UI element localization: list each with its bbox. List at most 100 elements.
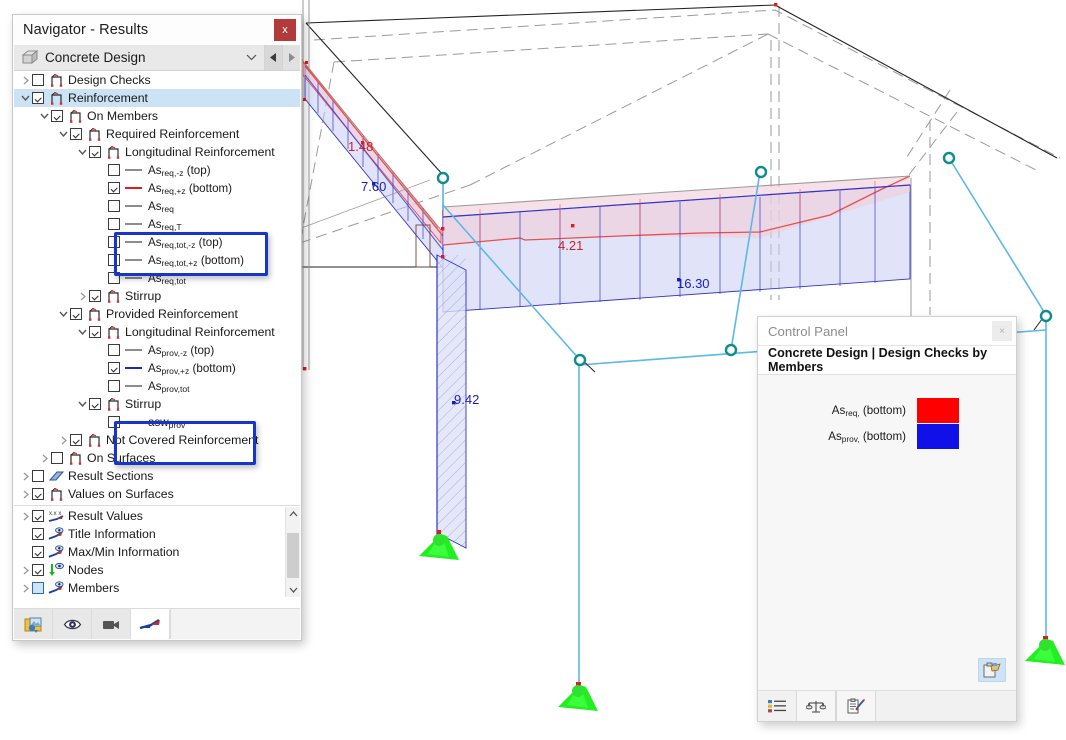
checkbox-not-covered[interactable] [70,434,82,446]
tree-item-required-reinf[interactable]: Required Reinforcement [14,125,300,143]
views-navigator-tab[interactable] [92,609,131,639]
tree-item-provided-reinf[interactable]: Provided Reinforcement [14,305,300,323]
tree-item-design-checks[interactable]: Design Checks [14,71,300,89]
tree-item-prov-long-reinf[interactable]: Longitudinal Reinforcement [14,323,300,341]
checkbox-result-sections[interactable] [32,470,44,482]
tree-item-req-stirrup[interactable]: Stirrup [14,287,300,305]
checkbox-design-checks[interactable] [32,74,44,86]
checkbox-req-stirrup[interactable] [89,290,101,302]
scroll-down-icon[interactable] [286,583,300,597]
chevron-down-icon[interactable] [38,113,51,119]
checkbox-reinforcement[interactable] [32,92,44,104]
chevron-right-icon[interactable] [76,291,89,301]
scroll-up-icon[interactable] [286,507,300,521]
navigator-tree[interactable]: Design Checks Reinforcement On Members R… [14,71,300,608]
tree-item-as-prov-tot[interactable]: Asprov,tot [14,377,300,395]
tree-item-nodes[interactable]: Nodes [14,561,300,579]
tree-item-title-information[interactable]: Title Information [14,525,300,543]
tree-item-reinforcement[interactable]: Reinforcement [14,89,300,107]
checkbox-as-req-tot-pz[interactable] [108,254,120,266]
tree-item-members[interactable]: Members [14,579,300,597]
navigator-title: Navigator - Results [23,22,149,38]
checkbox-on-members[interactable] [51,110,63,122]
chevron-down-icon[interactable] [76,401,89,407]
design-module-selector[interactable]: Concrete Design [14,45,300,71]
tree-item-not-covered[interactable]: Not Covered Reinforcement [14,431,300,449]
tree-item-result-values[interactable]: x.x x Result Values [14,507,300,525]
project-navigator-tab[interactable] [14,609,53,639]
checkbox-provided-reinf[interactable] [70,308,82,320]
chevron-down-icon[interactable] [57,311,70,317]
checkbox-as-req-pz[interactable] [108,182,120,194]
copy-to-clipboard-button[interactable] [978,658,1006,682]
tree-item-on-members[interactable]: On Members [14,107,300,125]
tree-lower-section[interactable]: x.x x Result Values Title Information Ma… [14,507,300,597]
scrollbar-thumb[interactable] [287,533,299,578]
tree-item-prov-stirrup[interactable]: Stirrup [14,395,300,413]
tree-item-on-surfaces[interactable]: On Surfaces [14,449,300,467]
checkbox-as-prov-tot[interactable] [108,380,120,392]
tree-scrollbar[interactable] [285,507,300,597]
chevron-down-icon[interactable] [19,95,32,101]
checkbox-as-req[interactable] [108,200,120,212]
tree-item-asw-prov[interactable]: aswprov [14,413,300,431]
control-panel-window[interactable]: Control Panel × Concrete Design | Design… [757,316,1017,722]
properties-tab[interactable] [836,691,876,721]
display-navigator-tab[interactable] [53,609,92,639]
tree-item-as-req-t[interactable]: Asreq,T [14,215,300,233]
chevron-right-icon[interactable] [38,453,51,463]
chevron-right-icon[interactable] [19,489,32,499]
navigator-results-window[interactable]: Navigator - Results x Concrete Design De… [12,14,302,641]
chevron-down-icon[interactable] [76,149,89,155]
checkbox-as-req-mz[interactable] [108,164,120,176]
next-module-button[interactable] [282,45,300,70]
chevron-right-icon[interactable] [19,583,32,593]
tree-item-result-sections[interactable]: Result Sections [14,467,300,485]
chevron-right-icon[interactable] [19,565,32,575]
chevron-down-icon[interactable] [76,329,89,335]
chevron-right-icon[interactable] [19,511,32,521]
tree-main-section[interactable]: Design Checks Reinforcement On Members R… [14,71,300,503]
tree-item-as-req-tot-pz[interactable]: Asreq,tot,+z (bottom) [14,251,300,269]
chevron-down-icon[interactable] [238,45,264,70]
tree-item-as-req-tot-mz[interactable]: Asreq,tot,-z (top) [14,233,300,251]
previous-module-button[interactable] [264,45,282,70]
chevron-right-icon[interactable] [19,471,32,481]
checkbox-as-req-tot-mz[interactable] [108,236,120,248]
checkbox-on-surfaces[interactable] [51,452,63,464]
tree-item-values-surfaces[interactable]: Values on Surfaces [14,485,300,503]
tree-item-as-req-pz[interactable]: Asreq,+z (bottom) [14,179,300,197]
legend-tab[interactable] [758,691,796,721]
checkbox-prov-long-reinf[interactable] [89,326,101,338]
close-button[interactable]: x [274,19,296,41]
tree-item-as-req-mz[interactable]: Asreq,-z (top) [14,161,300,179]
chevron-right-icon[interactable] [19,75,32,85]
checkbox-as-prov-mz[interactable] [108,344,120,356]
control-panel-footer-tabs[interactable] [758,690,1016,721]
factors-tab[interactable] [796,691,836,721]
checkbox-as-req-tot[interactable] [108,272,120,284]
checkbox-title-information[interactable] [32,528,44,540]
checkbox-prov-stirrup[interactable] [89,398,101,410]
results-navigator-tab[interactable] [131,609,170,639]
control-panel-close-button[interactable]: × [992,321,1012,341]
checkbox-as-req-t[interactable] [108,218,120,230]
checkbox-asw-prov[interactable] [108,416,120,428]
checkbox-values-surfaces[interactable] [32,488,44,500]
tree-item-maxmin-information[interactable]: Max/Min Information [14,543,300,561]
checkbox-maxmin-information[interactable] [32,546,44,558]
tree-item-req-long-reinf[interactable]: Longitudinal Reinforcement [14,143,300,161]
checkbox-as-prov-pz[interactable] [108,362,120,374]
tree-item-as-req-tot[interactable]: Asreq,tot [14,269,300,287]
navigator-footer-tabs[interactable] [14,608,300,639]
chevron-right-icon[interactable] [57,435,70,445]
tree-item-as-prov-pz[interactable]: Asprov,+z (bottom) [14,359,300,377]
checkbox-req-long-reinf[interactable] [89,146,101,158]
checkbox-required-reinf[interactable] [70,128,82,140]
checkbox-members[interactable] [32,582,44,594]
checkbox-result-values[interactable] [32,510,44,522]
tree-item-as-prov-mz[interactable]: Asprov,-z (top) [14,341,300,359]
chevron-down-icon[interactable] [57,131,70,137]
checkbox-nodes[interactable] [32,564,44,576]
tree-item-as-req[interactable]: Asreq [14,197,300,215]
